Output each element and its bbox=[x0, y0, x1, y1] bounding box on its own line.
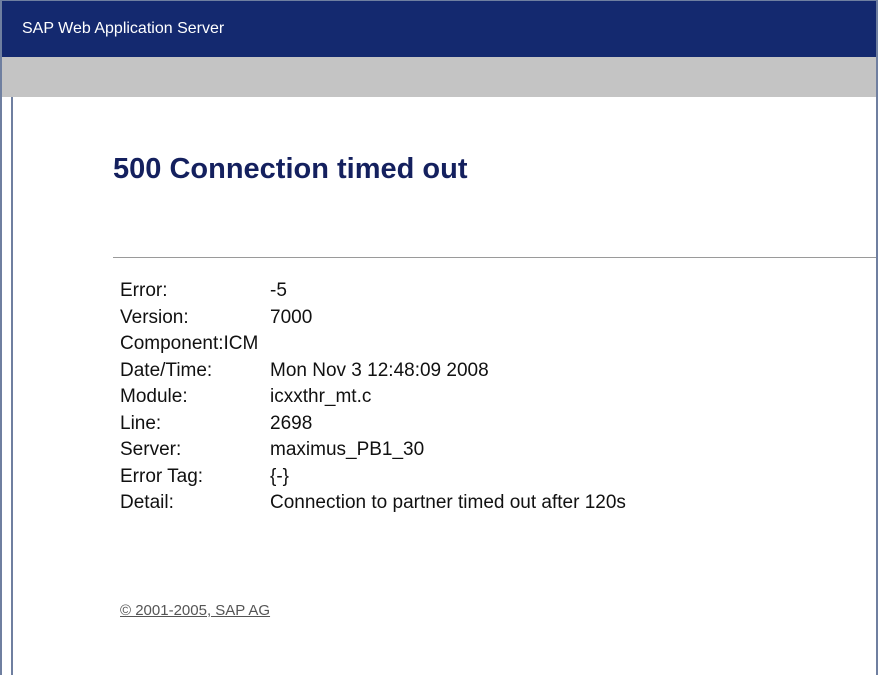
detail-value: maximus_PB1_30 bbox=[270, 439, 425, 460]
heading-divider bbox=[113, 257, 876, 258]
content-left-border bbox=[11, 97, 13, 675]
detail-value: -5 bbox=[270, 280, 287, 301]
detail-label: Detail: bbox=[120, 492, 174, 513]
detail-value: Mon Nov 3 12:48:09 2008 bbox=[270, 359, 489, 381]
app-title: SAP Web Application Server bbox=[22, 20, 225, 37]
detail-label: Module: bbox=[120, 386, 188, 407]
detail-label: Date/Time: bbox=[120, 359, 213, 381]
detail-row-module: Module: icxxthr_mt.c bbox=[120, 384, 626, 411]
detail-row-detail: Detail: Connection to partner timed out … bbox=[120, 490, 626, 517]
error-details: Error: -5 Version: 7000 Component: ICM D… bbox=[120, 278, 626, 517]
detail-label: Error: bbox=[120, 280, 168, 301]
detail-row-line: Line: 2698 bbox=[120, 411, 626, 438]
detail-row-error-tag: Error Tag: {-} bbox=[120, 464, 626, 491]
toolbar-strip bbox=[2, 57, 876, 97]
detail-value: icxxthr_mt.c bbox=[270, 386, 372, 407]
detail-value: Connection to partner timed out after 12… bbox=[270, 492, 626, 513]
detail-row-version: Version: 7000 bbox=[120, 305, 626, 332]
detail-label: Version: bbox=[120, 306, 189, 328]
detail-row-error: Error: -5 bbox=[120, 278, 626, 305]
detail-row-server: Server: maximus_PB1_30 bbox=[120, 437, 626, 464]
detail-row-component: Component: ICM bbox=[120, 331, 626, 358]
detail-label: Server: bbox=[120, 439, 182, 460]
detail-label: Component: bbox=[120, 333, 224, 354]
copyright-link[interactable]: © 2001-2005, SAP AG bbox=[120, 602, 270, 619]
detail-row-datetime: Date/Time: Mon Nov 3 12:48:09 2008 bbox=[120, 358, 626, 385]
detail-value: 7000 bbox=[270, 306, 313, 328]
detail-value: ICM bbox=[223, 333, 259, 354]
detail-label: Error Tag: bbox=[120, 465, 204, 487]
detail-value: 2698 bbox=[270, 412, 313, 434]
browser-page: SAP Web Application Server 500 Connectio… bbox=[0, 0, 878, 675]
app-title-bar: SAP Web Application Server bbox=[2, 1, 876, 57]
error-heading: 500 Connection timed out bbox=[113, 153, 468, 185]
detail-label: Line: bbox=[120, 412, 162, 434]
detail-value: {-} bbox=[270, 465, 290, 487]
